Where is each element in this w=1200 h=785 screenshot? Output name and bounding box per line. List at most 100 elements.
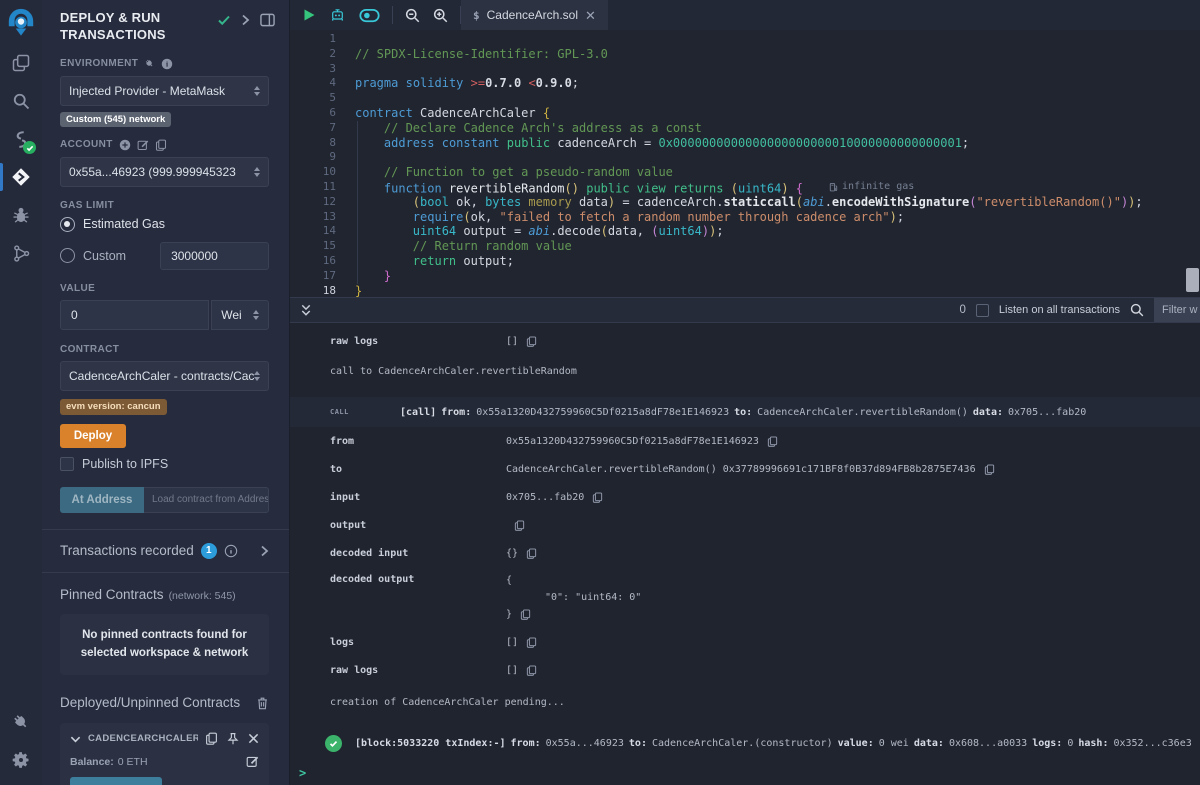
ai-assistant-icon[interactable] xyxy=(329,7,346,23)
terminal[interactable]: raw logs[]call to CadenceArchCaler.rever… xyxy=(290,323,1200,785)
remix-logo[interactable] xyxy=(0,0,42,44)
listen-all-checkbox[interactable] xyxy=(976,304,989,317)
account-select[interactable]: 0x55a...46923 (999.999945323 xyxy=(60,157,269,187)
copy-icon[interactable] xyxy=(526,637,537,648)
chevron-right-icon[interactable] xyxy=(260,545,269,557)
pinned-contracts-title: Pinned Contracts xyxy=(60,587,164,602)
info-icon[interactable] xyxy=(224,544,238,558)
contract-select[interactable]: CadenceArchCaler - contracts/Cac xyxy=(60,361,269,391)
line-number: 18 xyxy=(290,284,336,297)
contract-label: CONTRACT xyxy=(60,344,119,355)
copy-icon[interactable] xyxy=(592,492,603,503)
call-tag: call xyxy=(330,408,400,416)
chevron-down-icon[interactable] xyxy=(70,735,81,743)
estimated-gas-radio[interactable] xyxy=(60,217,75,232)
line-number: 7 xyxy=(290,121,336,136)
code-text: } xyxy=(355,269,391,284)
info-icon[interactable]: i xyxy=(161,58,173,70)
search-icon[interactable] xyxy=(1130,303,1144,317)
code-line: 2// SPDX-License-Identifier: GPL-3.0 xyxy=(290,47,1200,62)
copy-icon[interactable] xyxy=(514,520,525,531)
code-text: // Declare Cadence Arch's address as a c… xyxy=(355,121,702,136)
copy-icon[interactable] xyxy=(526,336,537,347)
debugger-icon xyxy=(11,205,31,225)
publish-ipfs-checkbox[interactable] xyxy=(60,457,74,471)
value-input[interactable]: 0 xyxy=(60,300,209,330)
copy-icon[interactable] xyxy=(205,732,218,745)
at-address-button[interactable]: At Address xyxy=(60,487,144,513)
terminal-call-row[interactable]: call[call]from:0x55a1320D432759960C5Df02… xyxy=(290,397,1200,427)
environment-label: ENVIRONMENT xyxy=(60,58,138,69)
copy-icon[interactable] xyxy=(984,464,995,475)
copy-icon[interactable] xyxy=(520,609,531,620)
line-number: 6 xyxy=(290,106,336,121)
copy-icon[interactable] xyxy=(155,139,167,151)
sidebar-item-deploy-run[interactable] xyxy=(0,158,42,196)
remix-logo-icon xyxy=(6,7,36,37)
select-stepper-icon xyxy=(254,167,260,177)
plug-small-icon[interactable] xyxy=(142,56,158,72)
gas-icon xyxy=(829,182,838,192)
double-chevron-down-icon[interactable] xyxy=(300,304,312,317)
deploy-button[interactable]: Deploy xyxy=(60,424,126,448)
sidebar-item-file-explorer[interactable] xyxy=(0,44,42,82)
terminal-key: raw logs xyxy=(330,665,506,676)
panel-title: DEPLOY & RUN TRANSACTIONS xyxy=(60,10,200,44)
pinned-empty-message: No pinned contracts found for selected w… xyxy=(60,614,269,676)
sidebar-item-git[interactable] xyxy=(0,234,42,272)
cadencearch-button[interactable]: cadenceArch xyxy=(70,777,162,785)
tab-cadencearch-sol[interactable]: $ CadenceArch.sol ✕ xyxy=(461,0,608,30)
copy-icon[interactable] xyxy=(526,665,537,676)
terminal-key: decoded output xyxy=(330,574,506,585)
line-number: 12 xyxy=(290,195,336,210)
transactions-recorded-row[interactable]: Transactions recorded 1 xyxy=(42,530,289,572)
sidebar-item-search[interactable] xyxy=(0,82,42,120)
value-label: VALUE xyxy=(60,283,95,294)
run-script-icon[interactable] xyxy=(302,8,316,22)
select-stepper-icon xyxy=(254,86,260,96)
code-line: 18} xyxy=(290,284,1200,297)
pin-icon[interactable] xyxy=(227,732,239,745)
custom-gas-radio[interactable] xyxy=(60,248,75,263)
terminal-filter-input[interactable] xyxy=(1154,297,1200,323)
edit-icon[interactable] xyxy=(137,139,149,151)
edit-icon[interactable] xyxy=(246,755,259,768)
deploy-run-panel: DEPLOY & RUN TRANSACTIONS ENVIRONMENT i … xyxy=(42,0,290,785)
code-editor[interactable]: 12// SPDX-License-Identifier: GPL-3.034p… xyxy=(290,30,1200,297)
toggle-icon[interactable] xyxy=(359,8,380,23)
code-line: 16 return output; xyxy=(290,254,1200,269)
sidebar-item-settings[interactable] xyxy=(0,741,42,779)
terminal-value: 0x705...fab20 xyxy=(506,492,603,503)
terminal-header: 0 Listen on all transactions xyxy=(290,297,1200,323)
terminal-text-row: call to CadenceArchCaler.revertibleRando… xyxy=(290,357,1200,385)
pin-panel-icon[interactable] xyxy=(260,13,275,27)
custom-gas-input[interactable]: 3000000 xyxy=(160,242,269,270)
sidebar-item-debugger[interactable] xyxy=(0,196,42,234)
environment-value: Injected Provider - MetaMask xyxy=(69,84,248,98)
sidebar-item-plugin-manager[interactable] xyxy=(0,703,42,741)
svg-text:i: i xyxy=(166,59,168,68)
terminal-success-row[interactable]: [block:5033220 txIndex:-]from:0x55a...46… xyxy=(290,726,1200,760)
editor-scrollbar[interactable] xyxy=(1186,268,1199,292)
contract-function-buttons: cadenceArch revertibleRa... xyxy=(70,777,259,785)
zoom-out-icon[interactable] xyxy=(405,8,420,23)
terminal-key: from xyxy=(330,436,506,447)
zoom-in-icon[interactable] xyxy=(433,8,448,23)
publish-ipfs-label: Publish to IPFS xyxy=(82,457,168,471)
line-number: 15 xyxy=(290,239,336,254)
at-address-input[interactable]: Load contract from Addres xyxy=(144,487,269,513)
chevron-right-icon[interactable] xyxy=(241,14,250,26)
add-account-icon[interactable] xyxy=(119,139,131,151)
copy-icon[interactable] xyxy=(526,548,537,559)
close-icon[interactable] xyxy=(248,733,259,744)
environment-select[interactable]: Injected Provider - MetaMask xyxy=(60,76,269,106)
indent-guide xyxy=(357,121,358,284)
copy-icon[interactable] xyxy=(767,436,778,447)
line-number: 4 xyxy=(290,76,336,91)
trash-icon[interactable] xyxy=(256,696,269,710)
custom-gas-label: Custom xyxy=(83,249,126,263)
terminal-prompt[interactable]: > xyxy=(299,766,306,780)
close-icon[interactable]: ✕ xyxy=(585,9,596,22)
value-unit-select[interactable]: Wei xyxy=(211,300,269,330)
sidebar-item-solidity-compiler[interactable] xyxy=(0,120,42,158)
